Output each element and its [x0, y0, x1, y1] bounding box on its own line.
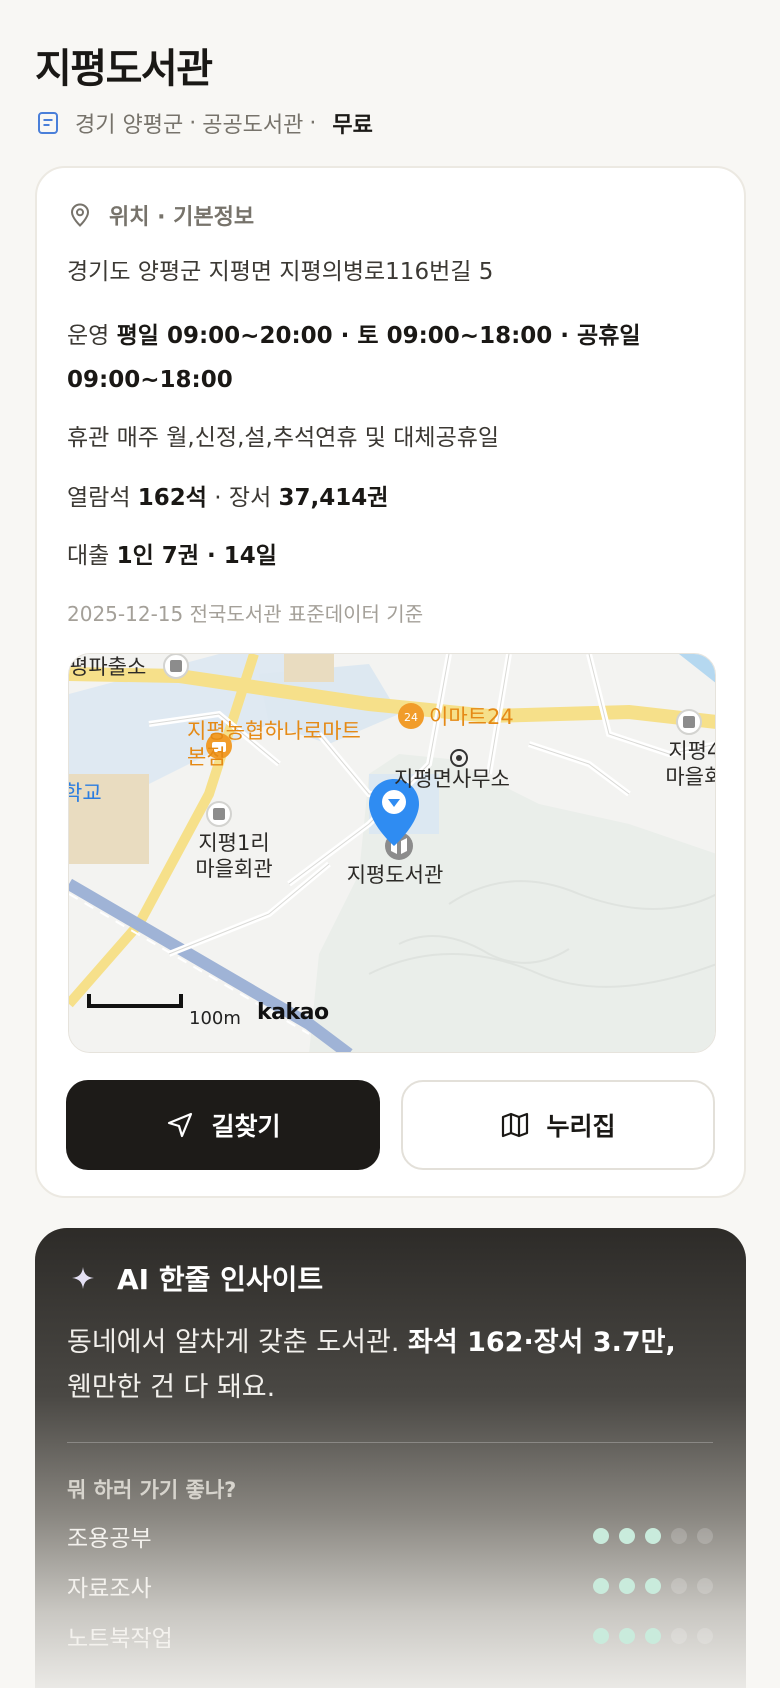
map-label-emart24: 이마트24	[429, 705, 514, 729]
category-text: 공공도서관	[202, 113, 304, 138]
directions-button[interactable]: 길찾기	[66, 1080, 380, 1170]
map-label-library: 지평도서관	[346, 863, 444, 887]
map-label-school: 학교	[69, 781, 102, 805]
rating-row: 조용공부	[67, 1518, 713, 1554]
separator: ·	[309, 110, 317, 136]
rating-dots	[593, 1528, 713, 1544]
map-label-hall1-line1: 지평1리	[198, 831, 270, 855]
map-label-hall1: 지평1리 마을회관	[179, 830, 289, 882]
rating-dot-empty	[697, 1528, 713, 1544]
separator: ·	[214, 485, 229, 511]
map-canvas: 24	[69, 654, 715, 1052]
rating-dots	[593, 1578, 713, 1594]
books-value: 37,414권	[278, 485, 389, 511]
divider	[67, 1442, 713, 1443]
rating-dot-filled	[593, 1628, 609, 1644]
closed-days: 휴관 매주 월,신정,설,추석연휴 및 대체공휴일	[67, 416, 499, 460]
rating-dot-filled	[619, 1528, 635, 1544]
sparkle-icon	[72, 1267, 94, 1289]
loan-info: 대출 1인 7권 · 14일	[67, 534, 277, 578]
rating-dot-empty	[671, 1528, 687, 1544]
seats-label: 열람석	[67, 485, 131, 511]
rating-dot-filled	[593, 1578, 609, 1594]
rating-dot-filled	[619, 1628, 635, 1644]
page: 지평도서관 경기 양평군 · 공공도서관 · 무료 위치 · 기본정보 경기도 …	[0, 0, 780, 1688]
rating-label: 노트북작업	[67, 1626, 173, 1652]
navigation-arrow-icon	[168, 1112, 193, 1138]
map-label-police: 평파출소	[69, 655, 147, 679]
ai-insight-card: AI 한줄 인사이트 동네에서 알차게 갖춘 도서관. 좌석 162·장서 3.…	[35, 1228, 746, 1688]
rating-row: 자료조사	[67, 1568, 713, 1604]
closed-label: 휴관	[67, 425, 110, 451]
map-scale: 100m	[189, 1008, 241, 1029]
directions-button-label: 길찾기	[211, 1112, 281, 1141]
svg-text:24: 24	[404, 711, 418, 724]
map-provider-logo: kakao	[257, 1000, 329, 1025]
rating-dot-filled	[645, 1628, 661, 1644]
region-text: 경기 양평군	[75, 113, 184, 138]
rating-label: 조용공부	[67, 1526, 152, 1552]
rating-dot-filled	[645, 1528, 661, 1544]
fee-badge: 무료	[332, 113, 373, 138]
rating-label: 자료조사	[67, 1576, 152, 1602]
map-label-hall1-line2: 마을회관	[195, 857, 273, 881]
rating-dot-empty	[697, 1578, 713, 1594]
map-label-office: 지평면사무소	[394, 767, 510, 791]
map-icon	[502, 1112, 529, 1138]
page-title: 지평도서관	[35, 46, 213, 92]
rating-dot-filled	[619, 1578, 635, 1594]
ai-text-plain: 동네에서 알차게 갖춘 도서관.	[67, 1327, 408, 1358]
capacity-info: 열람석 162석 · 장서 37,414권	[67, 476, 388, 520]
ai-text-tail: 웬만한 건 다 돼요.	[67, 1372, 276, 1403]
ai-insight-text: 동네에서 알차게 갖춘 도서관. 좌석 162·장서 3.7만, 웬만한 건 다…	[67, 1320, 707, 1410]
map-label-nh-mart-branch: 본점	[187, 745, 226, 769]
location-info-card: 위치 · 기본정보 경기도 양평군 지평면 지평의병로116번길 5 운영 평일…	[35, 166, 746, 1198]
map-label-hall4-line2: 마을회관	[665, 765, 715, 789]
rating-row: 노트북작업	[67, 1618, 713, 1654]
map-label-hall4-line1: 지평4리	[668, 739, 715, 763]
hours-value: 평일 09:00~20:00 · 토 09:00~18:00 · 공휴일 09:…	[67, 323, 641, 393]
operating-hours: 운영 평일 09:00~20:00 · 토 09:00~18:00 · 공휴일 …	[67, 314, 687, 402]
ai-insight-header: AI 한줄 인사이트	[71, 1258, 323, 1298]
library-meta: 경기 양평군 · 공공도서관 · 무료	[35, 106, 373, 140]
rating-dot-filled	[645, 1578, 661, 1594]
rating-dots	[593, 1628, 713, 1644]
map-label-hall4: 지평4리 마을회관	[649, 738, 715, 790]
ai-question: 뭐 하러 가기 좋나?	[67, 1478, 237, 1502]
loan-label: 대출	[67, 543, 110, 569]
website-button-label: 누리집	[546, 1112, 616, 1141]
loan-value: 1인 7권 · 14일	[116, 543, 277, 569]
ai-text-bold: 좌석 162·장서 3.7만,	[408, 1327, 676, 1358]
closed-value: 매주 월,신정,설,추석연휴 및 대체공휴일	[116, 425, 500, 451]
ai-insight-title: AI 한줄 인사이트	[117, 1263, 324, 1296]
rating-dot-filled	[593, 1528, 609, 1544]
seats-value: 162석	[137, 485, 207, 511]
address-text: 경기도 양평군 지평면 지평의병로116번길 5	[67, 259, 494, 285]
rating-dot-empty	[671, 1578, 687, 1594]
books-label: 장서	[228, 485, 272, 511]
section-title: 위치 · 기본정보	[109, 205, 255, 230]
hours-label: 운영	[67, 323, 110, 349]
location-map[interactable]: 24 평파출소 지평농협하나로마트 본점 이마트24 지평면사무소 학교	[68, 653, 716, 1053]
document-icon	[38, 112, 58, 134]
website-button[interactable]: 누리집	[401, 1080, 715, 1170]
section-header: 위치 · 기본정보	[67, 198, 254, 232]
rating-dot-empty	[697, 1628, 713, 1644]
rating-dot-empty	[671, 1628, 687, 1644]
data-source: 2025-12-15 전국도서관 표준데이터 기준	[67, 602, 424, 626]
map-label-nh-mart: 지평농협하나로마트	[187, 719, 361, 743]
separator: ·	[189, 110, 197, 136]
location-pin-icon	[70, 203, 90, 227]
